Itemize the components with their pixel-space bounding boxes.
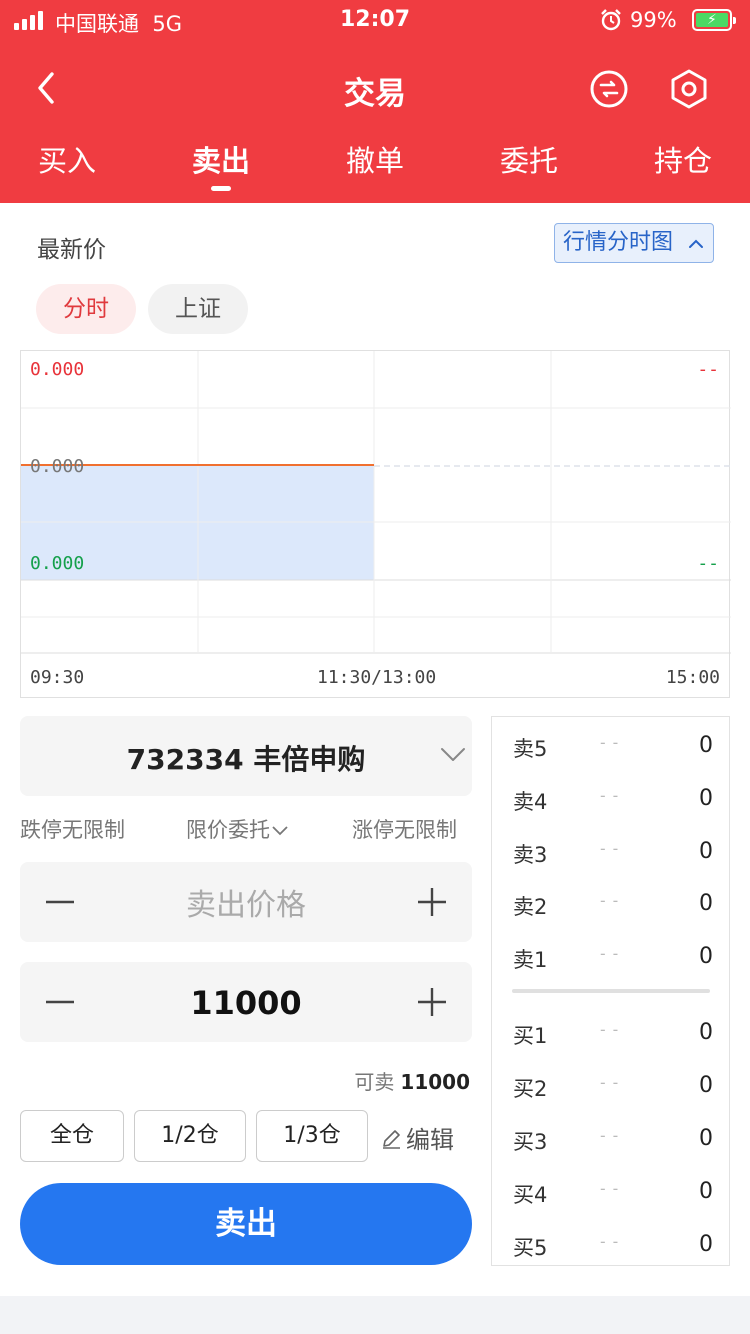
battery-icon: ⚡ (692, 9, 736, 31)
bid-row[interactable]: 买4 -- 0 (492, 1171, 731, 1211)
quantity-stepper: 11000 (20, 962, 472, 1042)
chart-low-pct: -- (697, 553, 719, 574)
pencil-icon (383, 1130, 400, 1149)
price-stepper: 卖出价格 (20, 862, 472, 942)
sell-submit-button[interactable]: 卖出 (20, 1183, 472, 1265)
plus-icon[interactable] (412, 882, 452, 922)
bid-row[interactable]: 买1 -- 0 (492, 1012, 731, 1052)
limit-down-label: 跌停无限制 (20, 818, 125, 842)
status-bar: 中国联通 5G 12:07 99% ⚡ (0, 0, 750, 42)
tab-cancel[interactable]: 撤单 (315, 138, 435, 180)
app-header: 中国联通 5G 12:07 99% ⚡ 交易 买入 卖出 撤单 委托 持仓 (0, 0, 750, 203)
position-third-button[interactable]: 1/3仓 (256, 1110, 368, 1162)
x-tick-label: 09:30 (30, 667, 85, 688)
pill-minute-chart[interactable]: 分时 (36, 284, 136, 334)
chart-low-label: 0.000 (30, 553, 85, 574)
chevron-up-icon (689, 239, 703, 248)
price-input[interactable]: 卖出价格 (100, 880, 392, 924)
chart-high-label: 0.000 (30, 359, 85, 380)
settings-hexagon-icon[interactable] (669, 69, 709, 109)
chart-canvas (21, 351, 731, 654)
tab-orders[interactable]: 委托 (469, 138, 589, 180)
chart-toggle-button[interactable]: 行情分时图 (554, 223, 714, 263)
plus-icon[interactable] (412, 982, 452, 1022)
tab-buy[interactable]: 买入 (7, 138, 127, 180)
position-half-button[interactable]: 1/2仓 (134, 1110, 246, 1162)
bid-row[interactable]: 买3 -- 0 (492, 1118, 731, 1158)
chevron-down-icon (272, 826, 288, 836)
bid-row[interactable]: 买5 -- 0 (492, 1224, 731, 1264)
order-type-selector[interactable]: 限价委托 (186, 814, 288, 844)
chart-high-pct: -- (697, 359, 719, 380)
order-book: 卖5 -- 0 卖4 -- 0 卖3 -- 0 卖2 -- 0 卖1 -- 0 买1 -- 0 买2 --… (491, 716, 730, 1266)
ask-row[interactable]: 卖2 -- 0 (492, 883, 731, 923)
ask-row[interactable]: 卖3 -- 0 (492, 831, 731, 871)
book-divider (512, 989, 710, 993)
minus-icon[interactable] (40, 982, 80, 1022)
tab-positions[interactable]: 持仓 (623, 138, 743, 180)
ask-row[interactable]: 卖5 -- 0 (492, 725, 731, 765)
ask-row[interactable]: 卖1 -- 0 (492, 936, 731, 976)
pill-shanghai-index[interactable]: 上证 (148, 284, 248, 334)
bid-row[interactable]: 买2 -- 0 (492, 1065, 731, 1105)
available-to-sell: 可卖 11000 (354, 1070, 470, 1094)
minus-icon[interactable] (40, 882, 80, 922)
x-tick-label: 11:30/13:00 (317, 667, 437, 688)
ask-row[interactable]: 卖4 -- 0 (492, 778, 731, 818)
edit-positions-button[interactable]: 编辑 (380, 1120, 454, 1155)
chart-mid-label: 0.000 (30, 456, 85, 477)
battery-percent: 99% (630, 8, 677, 32)
tab-sell[interactable]: 卖出 (161, 138, 281, 191)
x-tick-label: 15:00 (665, 667, 720, 688)
list-circle-icon[interactable] (589, 69, 629, 109)
position-full-button[interactable]: 全仓 (20, 1110, 124, 1162)
bottom-safe-area (0, 1296, 750, 1334)
stock-selector[interactable]: 732334 丰倍申购 (20, 716, 472, 796)
page-title: 交易 (344, 76, 406, 112)
chevron-down-icon (441, 748, 465, 761)
trade-tabs: 买入 卖出 撤单 委托 持仓 (0, 134, 750, 194)
stock-name: 732334 丰倍申购 (126, 743, 366, 776)
latest-price-label: 最新价 (37, 237, 106, 263)
alarm-icon (601, 9, 621, 31)
active-tab-indicator (211, 186, 231, 191)
intraday-chart: 0.000 0.000 0.000 -- -- 09:30 11:30/13:0… (20, 350, 731, 698)
quantity-input[interactable]: 11000 (100, 984, 392, 1022)
navbar: 交易 (0, 52, 750, 124)
limit-up-label: 涨停无限制 (352, 818, 457, 842)
